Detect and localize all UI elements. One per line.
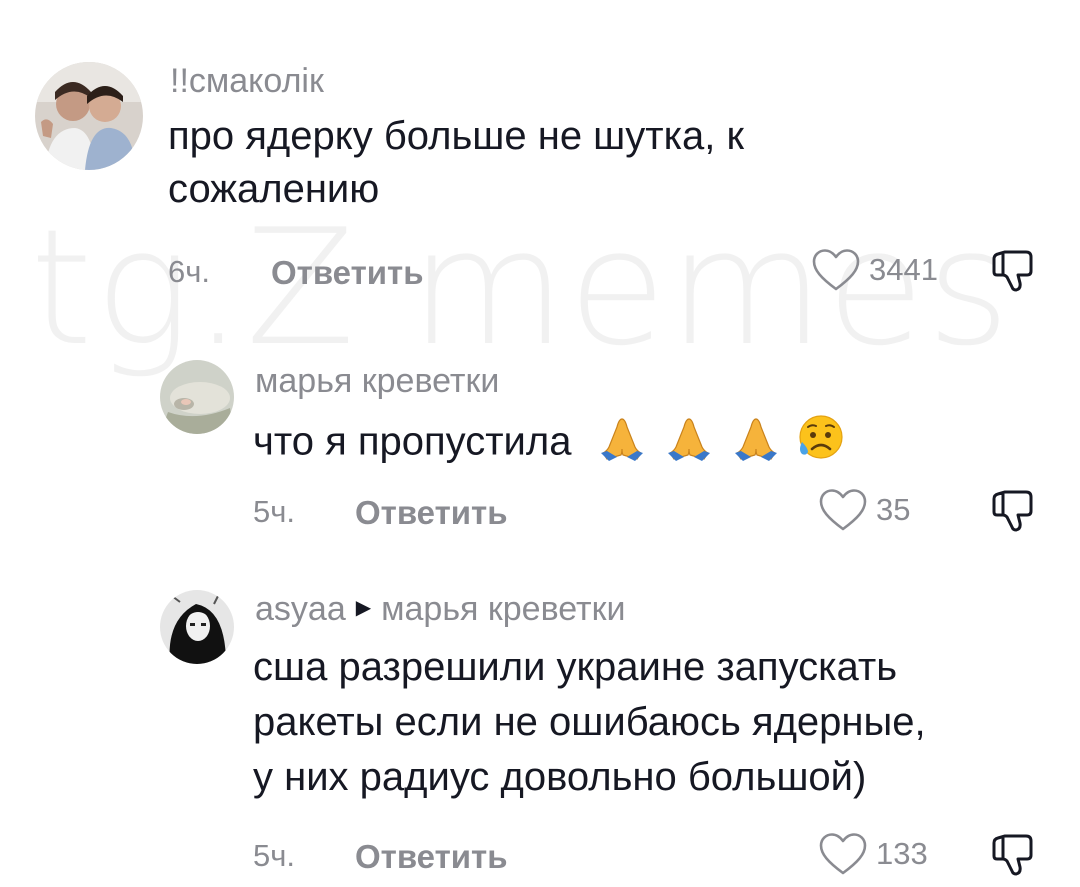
heart-outline-icon — [818, 832, 868, 876]
sad-tear-face-icon — [794, 412, 844, 476]
reply-button[interactable]: Ответить — [271, 254, 424, 292]
timestamp: 5ч. — [253, 838, 296, 873]
comment-meta: 6ч. Ответить 3441 — [168, 249, 1048, 294]
comment-text: сша разрешили украине запускать ракеты е… — [253, 645, 926, 799]
folded-hands-icon — [731, 413, 781, 475]
like-count: 35 — [876, 492, 911, 527]
thumbs-down-icon[interactable] — [990, 248, 1036, 299]
username-line: asyaa ▶ марья креветки — [255, 592, 625, 626]
like-button[interactable]: 133 — [818, 832, 928, 876]
username[interactable]: asyaa — [255, 590, 346, 628]
like-count: 3441 — [869, 252, 938, 287]
comment-text: про ядерку больше не шутка, к сожалению — [168, 114, 744, 211]
avatar[interactable] — [160, 590, 234, 664]
like-button[interactable]: 35 — [818, 488, 910, 532]
thumbs-down-icon[interactable] — [990, 488, 1036, 539]
avatar[interactable] — [35, 62, 143, 170]
username[interactable]: !!смаколік — [170, 64, 324, 98]
username[interactable]: марья креветки — [255, 364, 499, 398]
comment-meta: 5ч. Ответить 35 — [253, 489, 1048, 534]
like-button[interactable]: 3441 — [811, 248, 938, 292]
reply-button[interactable]: Ответить — [355, 838, 508, 876]
comment-text: что я пропустила — [253, 412, 844, 476]
like-count: 133 — [876, 836, 928, 871]
reply-to-username[interactable]: марья креветки — [381, 590, 625, 628]
comment-meta: 5ч. Ответить 133 — [253, 833, 1048, 878]
timestamp: 5ч. — [253, 494, 296, 529]
folded-hands-icon — [597, 413, 647, 475]
avatar[interactable] — [160, 360, 234, 434]
timestamp: 6ч. — [168, 254, 211, 289]
reply-button[interactable]: Ответить — [355, 494, 508, 532]
caret-right-icon: ▶ — [355, 597, 372, 620]
heart-outline-icon — [811, 248, 861, 292]
folded-hands-icon — [664, 413, 714, 475]
heart-outline-icon — [818, 488, 868, 532]
thumbs-down-icon[interactable] — [990, 832, 1036, 883]
